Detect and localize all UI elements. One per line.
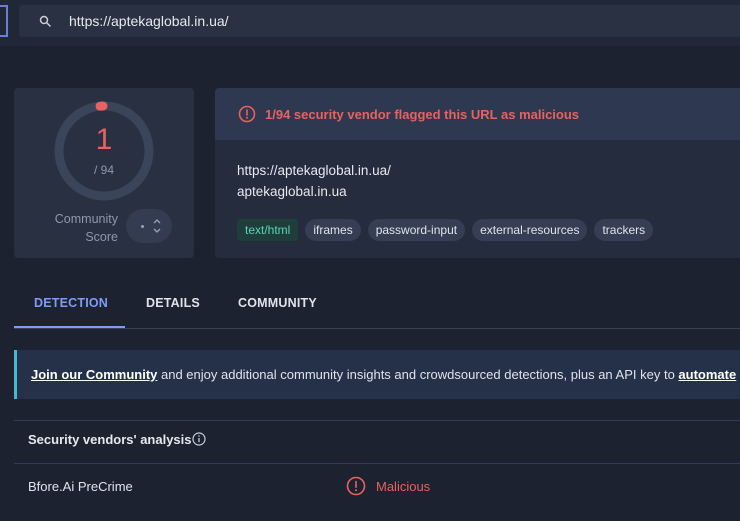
tab-detection[interactable]: DETECTION: [34, 296, 108, 310]
target-url[interactable]: https://aptekaglobal.in.ua/: [237, 163, 391, 178]
info-icon[interactable]: [192, 432, 206, 446]
malicious-count: 1: [95, 123, 113, 156]
score-card: 1 / 94 Community Score: [14, 88, 194, 258]
active-tab-indicator: [14, 326, 125, 328]
tab-community[interactable]: COMMUNITY: [238, 296, 317, 310]
community-vote-toggle[interactable]: [126, 209, 172, 243]
url-info-card: 1/94 security vendor flagged this URL as…: [215, 88, 740, 258]
verdict-text: Malicious: [376, 479, 431, 494]
community-banner: Join our Community and enjoy additional …: [14, 350, 740, 399]
target-domain[interactable]: aptekaglobal.in.ua: [237, 184, 347, 199]
alert-circle-icon: [238, 105, 256, 123]
malicious-alert-icon: [346, 476, 366, 496]
vendors-header: Security vendors' analysis: [28, 432, 192, 447]
vote-arrows-icon[interactable]: [152, 215, 162, 237]
vendor-name: Bfore.Ai PreCrime: [28, 479, 133, 494]
tag-list: text/html iframes password-input externa…: [237, 219, 654, 241]
menu-edge[interactable]: [0, 5, 8, 37]
banner-text: Join our Community and enjoy additional …: [31, 367, 737, 382]
tag[interactable]: password-input: [367, 219, 466, 241]
total-engines: / 94: [93, 163, 114, 177]
tab-bar: DETECTION DETAILS COMMUNITY: [14, 280, 740, 329]
search-input[interactable]: https://aptekaglobal.in.ua/: [69, 13, 229, 29]
row-divider: [14, 463, 740, 464]
alert-bar: 1/94 security vendor flagged this URL as…: [215, 88, 740, 140]
community-score-label: Community Score: [54, 212, 118, 244]
tag[interactable]: iframes: [305, 219, 361, 241]
tab-details[interactable]: DETAILS: [146, 296, 200, 310]
vendors-panel: Security vendors' analysis Bfore.Ai PreC…: [14, 420, 740, 521]
alert-text: 1/94 security vendor flagged this URL as…: [265, 107, 580, 122]
join-community-link[interactable]: Join our Community: [31, 367, 157, 382]
tag[interactable]: text/html: [237, 219, 299, 241]
top-bar: https://aptekaglobal.in.ua/: [0, 0, 740, 46]
tag[interactable]: trackers: [594, 219, 654, 241]
automate-link[interactable]: automate: [678, 367, 736, 382]
vote-dot: [141, 225, 144, 228]
tag[interactable]: external-resources: [472, 219, 588, 241]
search-icon: [39, 15, 51, 27]
search-box[interactable]: https://aptekaglobal.in.ua/: [19, 5, 740, 37]
